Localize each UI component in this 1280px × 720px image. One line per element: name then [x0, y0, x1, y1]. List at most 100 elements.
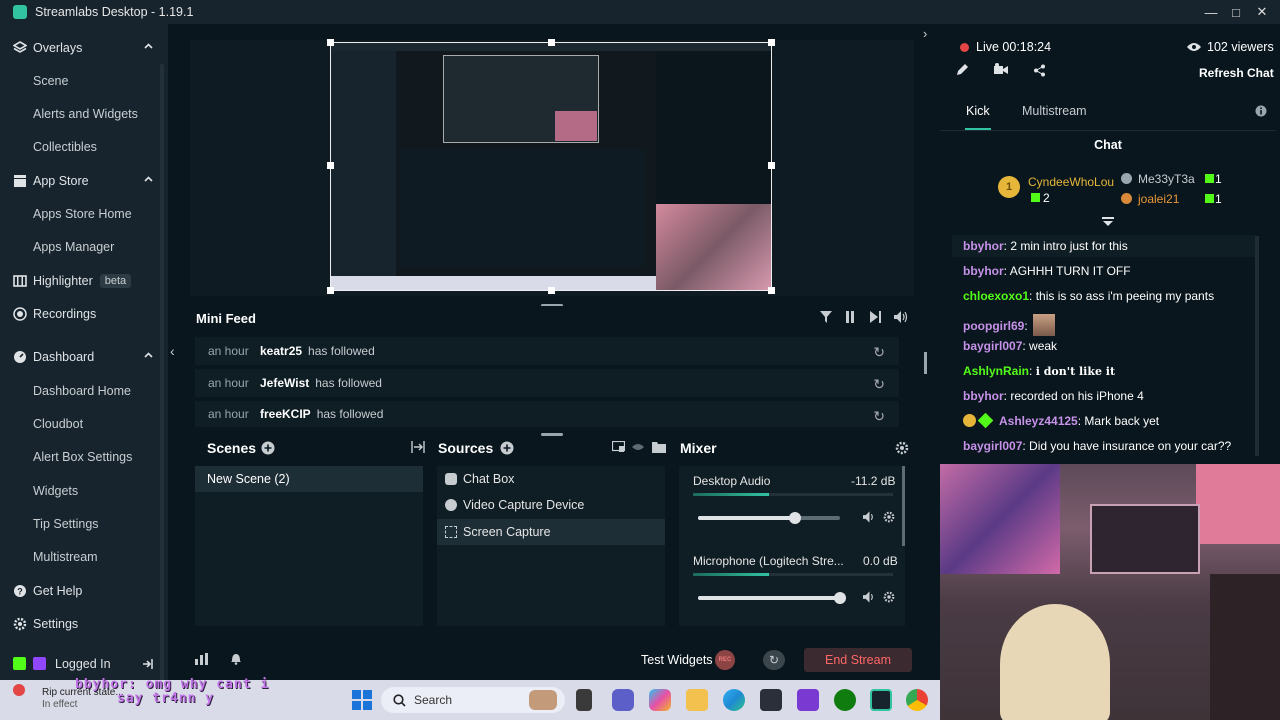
volume-slider[interactable] — [698, 512, 840, 524]
edge-icon[interactable] — [723, 689, 745, 711]
task-view-icon[interactable] — [576, 689, 592, 711]
onenote-icon[interactable] — [797, 689, 819, 711]
edit-icon[interactable] — [956, 63, 969, 76]
chat-username[interactable]: poopgirl69 — [963, 319, 1024, 333]
copilot-icon[interactable] — [649, 689, 671, 711]
add-source-icon[interactable] — [500, 441, 514, 455]
sidebar-item-widgets[interactable]: Widgets — [0, 478, 168, 504]
resize-handle[interactable] — [327, 39, 334, 46]
info-icon[interactable] — [1255, 105, 1267, 117]
resize-handle[interactable] — [327, 287, 334, 294]
streamlabs-icon[interactable] — [870, 689, 892, 711]
replay-icon[interactable]: ↻ — [873, 344, 885, 361]
video-icon[interactable] — [994, 63, 1008, 76]
taskbar-search[interactable]: Search — [381, 687, 565, 713]
folder-icon[interactable] — [652, 441, 666, 453]
sidebar-item-multistream[interactable]: Multistream — [0, 544, 168, 570]
end-stream-button[interactable]: End Stream — [804, 648, 912, 672]
slider-knob[interactable] — [834, 592, 846, 604]
gear-icon[interactable] — [895, 441, 909, 455]
store-icon[interactable] — [760, 689, 782, 711]
resize-handle[interactable] — [548, 39, 555, 46]
sidebar-scrollbar[interactable] — [160, 64, 164, 694]
close-button[interactable]: ✕ — [1249, 0, 1275, 24]
filter-icon[interactable] — [820, 311, 832, 323]
sidebar-item-apps-store-home[interactable]: Apps Store Home — [0, 201, 168, 227]
bell-icon[interactable] — [230, 652, 242, 665]
sidebar-item-highlighter[interactable]: Highlighter beta — [0, 268, 168, 294]
volume-icon[interactable] — [863, 591, 876, 603]
test-widgets-button[interactable]: Test Widgets — [641, 653, 713, 667]
chat-username[interactable]: bbyhor — [963, 389, 1004, 403]
source-item[interactable]: Chat Box — [437, 466, 665, 492]
pause-icon[interactable] — [845, 311, 855, 323]
teams-icon[interactable] — [612, 689, 634, 711]
replay-icon[interactable]: ↻ — [873, 408, 885, 425]
resize-handle[interactable] — [548, 287, 555, 294]
replay-icon[interactable]: ↻ — [873, 376, 885, 393]
add-scene-icon[interactable] — [261, 441, 275, 455]
file-explorer-icon[interactable] — [686, 689, 708, 711]
chrome-icon[interactable] — [906, 689, 928, 711]
mixer-scrollbar[interactable] — [902, 466, 905, 546]
volume-icon[interactable] — [863, 511, 876, 523]
gear-icon[interactable] — [883, 511, 895, 523]
chat-username[interactable]: Ashleyz44125 — [999, 414, 1078, 428]
sidebar-item-scene[interactable]: Scene — [0, 68, 168, 94]
resize-handle[interactable] — [768, 39, 775, 46]
volume-icon[interactable] — [894, 311, 908, 323]
sidebar-item-apps-manager[interactable]: Apps Manager — [0, 234, 168, 260]
sidebar-item-cloudbot[interactable]: Cloudbot — [0, 411, 168, 437]
logout-icon[interactable] — [142, 658, 154, 670]
scene-transition-icon[interactable] — [411, 441, 425, 453]
sidebar-item-settings[interactable]: Settings — [0, 611, 168, 637]
sidebar-item-dashboard[interactable]: Dashboard — [0, 344, 168, 370]
sidebar-item-app-store[interactable]: App Store — [0, 168, 168, 194]
sidebar-item-get-help[interactable]: ? Get Help — [0, 578, 168, 604]
sidebar-item-tip-settings[interactable]: Tip Settings — [0, 511, 168, 537]
replay-buffer-button[interactable]: ↻ — [763, 650, 785, 670]
slider-knob[interactable] — [788, 512, 801, 524]
share-icon[interactable] — [1033, 64, 1046, 77]
skip-icon[interactable] — [870, 311, 881, 323]
collapse-right-icon[interactable]: › — [923, 26, 927, 41]
stats-icon[interactable] — [195, 653, 208, 665]
chat-username[interactable]: bbyhor — [963, 239, 1004, 253]
chat-username[interactable]: baygirl007 — [963, 339, 1022, 353]
resize-handle[interactable] — [327, 162, 334, 169]
sidebar-item-collectibles[interactable]: Collectibles — [0, 134, 168, 160]
chat-username[interactable]: AshlynRain — [963, 364, 1029, 378]
expand-gifters-icon[interactable] — [1102, 217, 1114, 227]
chat-username[interactable]: baygirl007 — [963, 439, 1022, 453]
volume-slider[interactable] — [698, 592, 846, 604]
minimize-button[interactable]: — — [1198, 0, 1224, 24]
collapse-left-icon[interactable]: ‹ — [170, 343, 175, 359]
gear-icon[interactable] — [883, 591, 895, 603]
chat-scrollbar[interactable] — [1255, 236, 1259, 456]
chat-username[interactable]: bbyhor — [963, 264, 1004, 278]
sidebar-item-dashboard-home[interactable]: Dashboard Home — [0, 378, 168, 404]
maximize-button[interactable]: □ — [1223, 0, 1249, 24]
xbox-icon[interactable] — [834, 689, 856, 711]
resize-handle[interactable] — [768, 162, 775, 169]
logged-in-status[interactable]: Logged In — [0, 651, 168, 677]
stream-preview[interactable] — [330, 42, 772, 291]
windows-start-icon[interactable] — [352, 690, 372, 710]
chat-username[interactable]: chloexoxo1 — [963, 289, 1029, 303]
source-item[interactable]: Screen Capture — [437, 519, 665, 545]
refresh-chat-button[interactable]: Refresh Chat — [1199, 66, 1274, 80]
sidebar-item-alert-box-settings[interactable]: Alert Box Settings — [0, 444, 168, 470]
scene-item[interactable]: New Scene (2) — [195, 466, 423, 492]
record-button[interactable]: REC — [715, 650, 735, 670]
chat-message: chloexoxo1: this is so ass i'm peeing my… — [963, 289, 1215, 303]
sidebar-item-alerts-widgets[interactable]: Alerts and Widgets — [0, 101, 168, 127]
sidebar-item-recordings[interactable]: Recordings — [0, 301, 168, 327]
feed-scrollbar[interactable] — [924, 352, 927, 374]
tab-kick[interactable]: Kick — [966, 104, 990, 118]
source-item[interactable]: Video Capture Device — [437, 492, 665, 518]
group-icon[interactable] — [632, 441, 645, 453]
resize-handle[interactable] — [768, 287, 775, 294]
source-settings-icon[interactable] — [612, 441, 625, 453]
tab-multistream[interactable]: Multistream — [1022, 104, 1087, 118]
sidebar-item-overlays[interactable]: Overlays — [0, 35, 168, 61]
